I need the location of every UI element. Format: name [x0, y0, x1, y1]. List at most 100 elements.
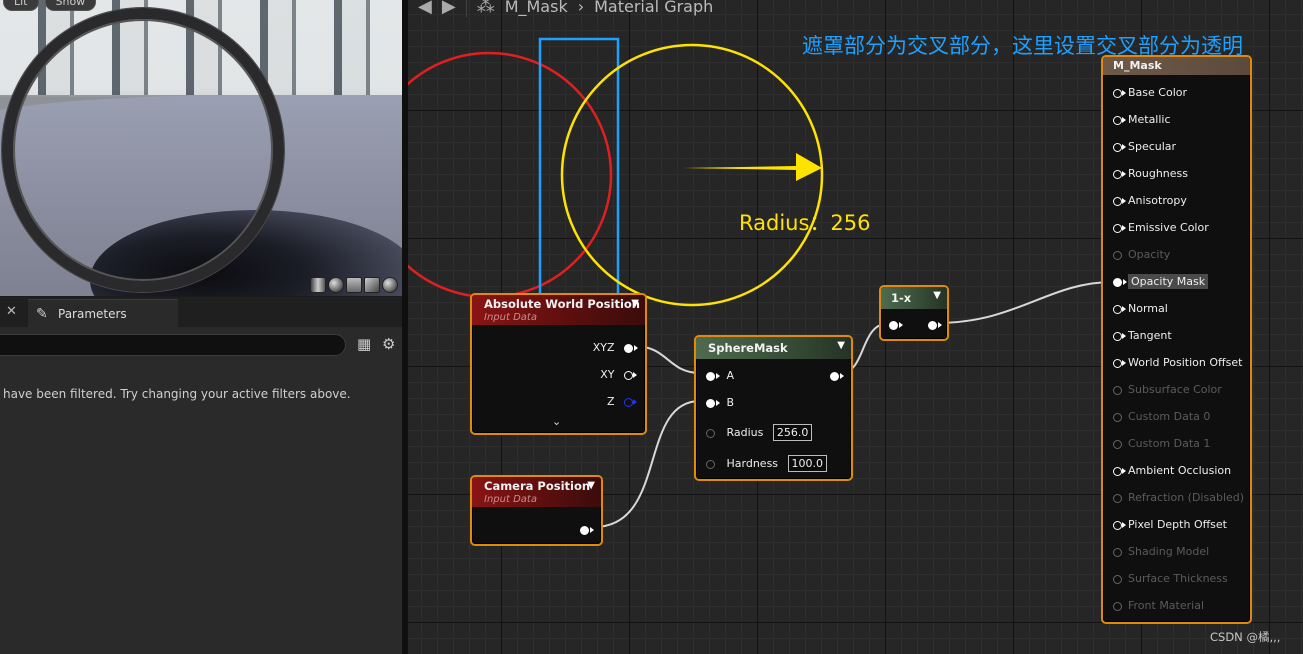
input-pin-icon[interactable]: [1113, 115, 1126, 125]
input-pin-icon[interactable]: [706, 371, 720, 381]
result-pin-shading-model[interactable]: Shading Model: [1113, 545, 1209, 558]
output-z[interactable]: Z: [606, 395, 637, 408]
camera-position-node[interactable]: Camera Position Input Data ▼: [470, 475, 603, 546]
output-pin-icon[interactable]: [624, 343, 638, 353]
result-pin-custom-data-0[interactable]: Custom Data 0: [1113, 410, 1210, 423]
cube-preview-icon[interactable]: [364, 277, 380, 293]
output-pin-icon[interactable]: [580, 525, 594, 535]
input-pin-icon[interactable]: [1113, 358, 1126, 368]
sphere-preview-icon[interactable]: [328, 277, 344, 293]
output-pin-icon[interactable]: [928, 320, 942, 330]
result-pin-opacity-mask[interactable]: Opacity Mask: [1113, 274, 1209, 289]
input-pin-icon[interactable]: [706, 398, 720, 408]
input-pin-icon[interactable]: [706, 459, 715, 469]
result-pin-metallic[interactable]: Metallic: [1113, 113, 1171, 126]
input-pin-icon[interactable]: [1113, 196, 1126, 206]
sphere-mask-node[interactable]: SphereMask ▼ A B Radius 256.0 Hardness 1…: [694, 335, 853, 481]
gear-icon[interactable]: ⚙: [382, 335, 395, 353]
output-pin[interactable]: [928, 318, 942, 331]
input-pin-icon[interactable]: [1113, 304, 1126, 314]
hardness-field[interactable]: 100.0: [787, 455, 828, 472]
input-a[interactable]: A: [706, 369, 734, 382]
result-pin-subsurface-color[interactable]: Subsurface Color: [1113, 383, 1222, 396]
input-pin-icon[interactable]: [1113, 250, 1122, 260]
result-pin-normal[interactable]: Normal: [1113, 302, 1168, 315]
result-pin-roughness[interactable]: Roughness: [1113, 167, 1188, 180]
close-tab-icon[interactable]: ✕: [6, 304, 17, 319]
tab-parameters-label: Parameters: [58, 307, 127, 321]
result-pin-opacity[interactable]: Opacity: [1113, 248, 1170, 261]
pin-label: Normal: [1128, 302, 1168, 315]
result-pin-pixel-depth-offset[interactable]: Pixel Depth Offset: [1113, 518, 1227, 531]
input-pin[interactable]: [889, 318, 903, 331]
chevron-down-icon[interactable]: ▼: [933, 290, 941, 301]
input-pin-icon[interactable]: [1113, 331, 1126, 341]
result-pin-anisotropy[interactable]: Anisotropy: [1113, 194, 1187, 207]
input-pin-icon[interactable]: [1113, 88, 1126, 98]
result-pin-tangent[interactable]: Tangent: [1113, 329, 1172, 342]
material-graph-canvas[interactable]: ◀ ▶ ⁂ M_Mask › Material Graph Absolute W…: [408, 0, 1303, 654]
input-hardness[interactable]: Hardness 100.0: [706, 455, 828, 472]
absolute-world-position-node[interactable]: Absolute World Position Input Data ▼ XYZ…: [470, 293, 647, 435]
input-pin-icon[interactable]: [1113, 466, 1126, 476]
input-pin-icon[interactable]: [1113, 493, 1122, 503]
result-pin-base-color[interactable]: Base Color: [1113, 86, 1187, 99]
input-pin-icon[interactable]: [1113, 385, 1122, 395]
custom-mesh-preview-icon[interactable]: [382, 277, 398, 293]
output-xyz[interactable]: XYZ: [593, 341, 638, 354]
input-pin-icon[interactable]: [1113, 439, 1122, 449]
node-title: Absolute World Position: [484, 297, 640, 311]
input-pin-icon[interactable]: [889, 320, 903, 330]
pin-label: Specular: [1128, 140, 1177, 153]
annotation-yellow-arrow: [683, 153, 822, 181]
material-result-node[interactable]: M_Mask Base Color Metallic Specular Roughne…: [1101, 55, 1252, 624]
input-pin-icon[interactable]: [1113, 223, 1126, 233]
material-preview-viewport[interactable]: Lit Show: [0, 0, 402, 296]
pin-label: Emissive Color: [1128, 221, 1209, 234]
chevron-down-icon[interactable]: ▼: [587, 480, 595, 491]
input-pin-icon[interactable]: [1113, 412, 1122, 422]
output-pin-icon[interactable]: [624, 370, 637, 380]
input-pin-icon[interactable]: [1113, 169, 1126, 179]
lit-mode-button[interactable]: Lit: [3, 0, 39, 11]
output-pin-icon[interactable]: [624, 397, 637, 407]
input-pin-icon[interactable]: [1113, 520, 1126, 530]
output-xy[interactable]: XY: [600, 368, 637, 381]
radius-field[interactable]: 256.0: [772, 424, 813, 441]
result-pin-custom-data-1[interactable]: Custom Data 1: [1113, 437, 1210, 450]
output-result[interactable]: [830, 369, 844, 382]
plane-preview-icon[interactable]: [346, 277, 362, 293]
node-header: Absolute World Position Input Data ▼: [472, 295, 645, 325]
annotation-mask-note: 遮罩部分为交叉部分，这里设置交叉部分为透明: [802, 34, 1243, 58]
tab-parameters[interactable]: ✎ Parameters: [28, 299, 178, 328]
chevron-down-icon[interactable]: ▼: [837, 340, 845, 351]
pin-label: Z: [606, 395, 615, 408]
input-b[interactable]: B: [706, 396, 734, 409]
output-pin-icon[interactable]: [830, 371, 844, 381]
wire-1x-to-opacity-mask: [935, 281, 1114, 324]
table-view-icon[interactable]: ▦: [357, 335, 371, 353]
result-pin-refraction-disabled[interactable]: Refraction (Disabled): [1113, 491, 1244, 504]
input-pin-icon[interactable]: [1113, 142, 1126, 152]
chevron-down-icon[interactable]: ▼: [631, 298, 639, 309]
result-pin-specular[interactable]: Specular: [1113, 140, 1176, 153]
input-pin-icon[interactable]: [1113, 547, 1122, 557]
input-pin-icon[interactable]: [1113, 277, 1127, 287]
output-camera[interactable]: [580, 523, 594, 536]
show-menu-button[interactable]: Show: [44, 0, 97, 11]
parameter-search-input[interactable]: [0, 334, 346, 356]
result-pin-ambient-occlusion[interactable]: Ambient Occlusion: [1113, 464, 1231, 477]
result-pin-world-position-offset[interactable]: World Position Offset: [1113, 356, 1242, 369]
cylinder-preview-icon[interactable]: [310, 277, 326, 293]
pin-label: Anisotropy: [1128, 194, 1187, 207]
result-pin-emissive-color[interactable]: Emissive Color: [1113, 221, 1209, 234]
input-radius[interactable]: Radius 256.0: [706, 424, 813, 441]
input-pin-icon[interactable]: [1113, 574, 1122, 584]
input-pin-icon[interactable]: [706, 428, 715, 438]
result-pin-surface-thickness[interactable]: Surface Thickness: [1113, 572, 1228, 585]
result-pin-front-material[interactable]: Front Material: [1113, 599, 1204, 612]
input-pin-icon[interactable]: [1113, 601, 1122, 611]
node-title: Camera Position: [484, 479, 591, 493]
expand-chevron-icon[interactable]: ⌄: [552, 415, 561, 428]
one-minus-node[interactable]: 1-x ▼: [879, 285, 949, 341]
